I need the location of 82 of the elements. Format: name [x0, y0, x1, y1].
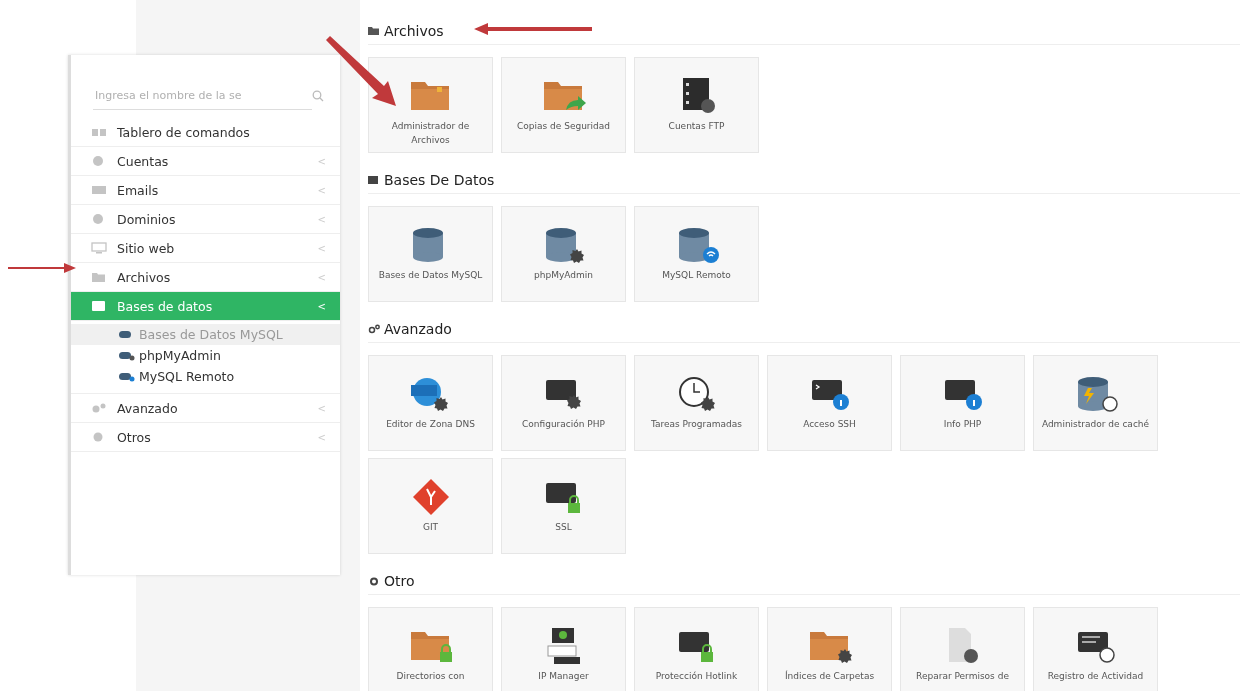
tool-tile[interactable]: IP Manager	[501, 607, 626, 691]
search-field[interactable]: Ingresa el nombre de la se	[93, 82, 312, 110]
tile-label: Cuentas FTP	[668, 120, 725, 133]
chevron: <	[317, 184, 326, 196]
tool-tile[interactable]: Protección Hotlink	[634, 607, 759, 691]
tile-label: IP Manager	[538, 670, 589, 683]
chevron: <	[317, 271, 326, 283]
submenu-label: phpMyAdmin	[139, 348, 221, 363]
sidebar-item[interactable]: Otros <	[71, 423, 340, 452]
submenu-item[interactable]: MySQL Remoto	[71, 366, 340, 387]
sidebar-item[interactable]: Dominios <	[71, 205, 340, 234]
tool-tile[interactable]: Reparar Permisos de	[900, 607, 1025, 691]
tile-label: Administrador de Archivos	[390, 120, 471, 147]
sidebar-label: Archivos	[117, 269, 172, 285]
chevron: <	[317, 213, 326, 225]
tool-tile[interactable]: MySQL Remoto	[634, 206, 759, 302]
tile-label: Tareas Programadas	[650, 418, 742, 431]
tool-tile[interactable]: Directorios con	[368, 607, 493, 691]
tile-label: Protección Hotlink	[655, 670, 738, 683]
tool-tile[interactable]: Configuración PHP	[501, 355, 626, 451]
tile-label: Info PHP	[943, 418, 982, 431]
tool-tile[interactable]: Editor de Zona DNS	[368, 355, 493, 451]
tool-tile[interactable]: Cuentas FTP	[634, 57, 759, 153]
sidebar-label: Cuentas	[117, 153, 170, 169]
sidebar-item[interactable]: Emails <	[71, 176, 340, 205]
gears-icon	[368, 324, 380, 334]
sidebar-item[interactable]: Cuentas <	[71, 147, 340, 176]
tool-tile[interactable]: phpMyAdmin	[501, 206, 626, 302]
tile-label: Editor de Zona DNS	[386, 418, 475, 431]
tile-label: Índices de Carpetas	[784, 670, 875, 683]
tool-tile[interactable]: Acceso SSH	[767, 355, 892, 451]
section-title: Bases De Datos	[384, 172, 495, 188]
sidebar-label: Tablero de comandos	[117, 124, 251, 140]
chevron: <	[317, 155, 326, 167]
submenu-label: Bases de Datos MySQL	[139, 327, 283, 342]
chevron: <	[317, 431, 326, 443]
tile-label: Administrador de caché	[1041, 418, 1150, 431]
arrow-annotation	[326, 36, 398, 108]
tool-tile[interactable]: Administrador de caché	[1033, 355, 1158, 451]
tile-label: GIT	[422, 521, 439, 534]
arrow-annotation	[8, 261, 76, 275]
sidebar-item[interactable]: Sitio web <	[71, 234, 340, 263]
mail-icon	[91, 184, 107, 196]
sidebar-label: Otros	[117, 429, 152, 445]
tool-tile[interactable]: Administrador de Archivos	[368, 57, 493, 153]
sidebar-label: Avanzado	[117, 400, 179, 416]
section-title: Avanzado	[384, 321, 452, 337]
tile-label: Copias de Seguridad	[517, 120, 610, 133]
tile-label: Bases de Datos MySQL	[378, 269, 483, 282]
monitor-icon	[91, 242, 107, 254]
sidebar-label: Bases de datos	[117, 298, 214, 314]
search-icon	[312, 90, 324, 102]
sidebar-label: Sitio web	[117, 240, 176, 256]
chevron: <	[317, 300, 326, 312]
tool-tile[interactable]: GIT	[368, 458, 493, 554]
tile-label: Registro de Actividad	[1047, 670, 1144, 683]
chevron: <	[317, 242, 326, 254]
chevron: <	[317, 402, 326, 414]
tile-label: Directorios con	[396, 670, 465, 683]
tile-label: MySQL Remoto	[662, 269, 731, 282]
submenu-item[interactable]: phpMyAdmin	[71, 345, 340, 366]
tool-tile[interactable]: Copias de Seguridad	[501, 57, 626, 153]
submenu-label: MySQL Remoto	[139, 369, 235, 384]
folder-icon	[91, 271, 107, 283]
tool-tile[interactable]: SSL	[501, 458, 626, 554]
tile-label: Configuración PHP	[522, 418, 605, 431]
dashboard-icon	[91, 126, 107, 138]
tool-tile[interactable]: Registro de Actividad	[1033, 607, 1158, 691]
section-title: Otro	[384, 573, 415, 589]
tile-label: Reparar Permisos de	[916, 670, 1009, 683]
tile-label: Acceso SSH	[803, 418, 856, 431]
tile-label: SSL	[555, 521, 572, 534]
sidebar-item[interactable]: Avanzado <	[71, 394, 340, 423]
tile-label: phpMyAdmin	[534, 269, 593, 282]
tool-tile[interactable]: Índices de Carpetas	[767, 607, 892, 691]
sidebar-item[interactable]: Tablero de comandos	[71, 118, 340, 147]
section-title: Archivos	[384, 23, 444, 39]
tool-tile[interactable]: Tareas Programadas	[634, 355, 759, 451]
sidebar-label: Dominios	[117, 211, 177, 227]
sidebar-label: Emails	[117, 182, 160, 198]
tool-tile[interactable]: Bases de Datos MySQL	[368, 206, 493, 302]
tool-tile[interactable]: Info PHP	[900, 355, 1025, 451]
